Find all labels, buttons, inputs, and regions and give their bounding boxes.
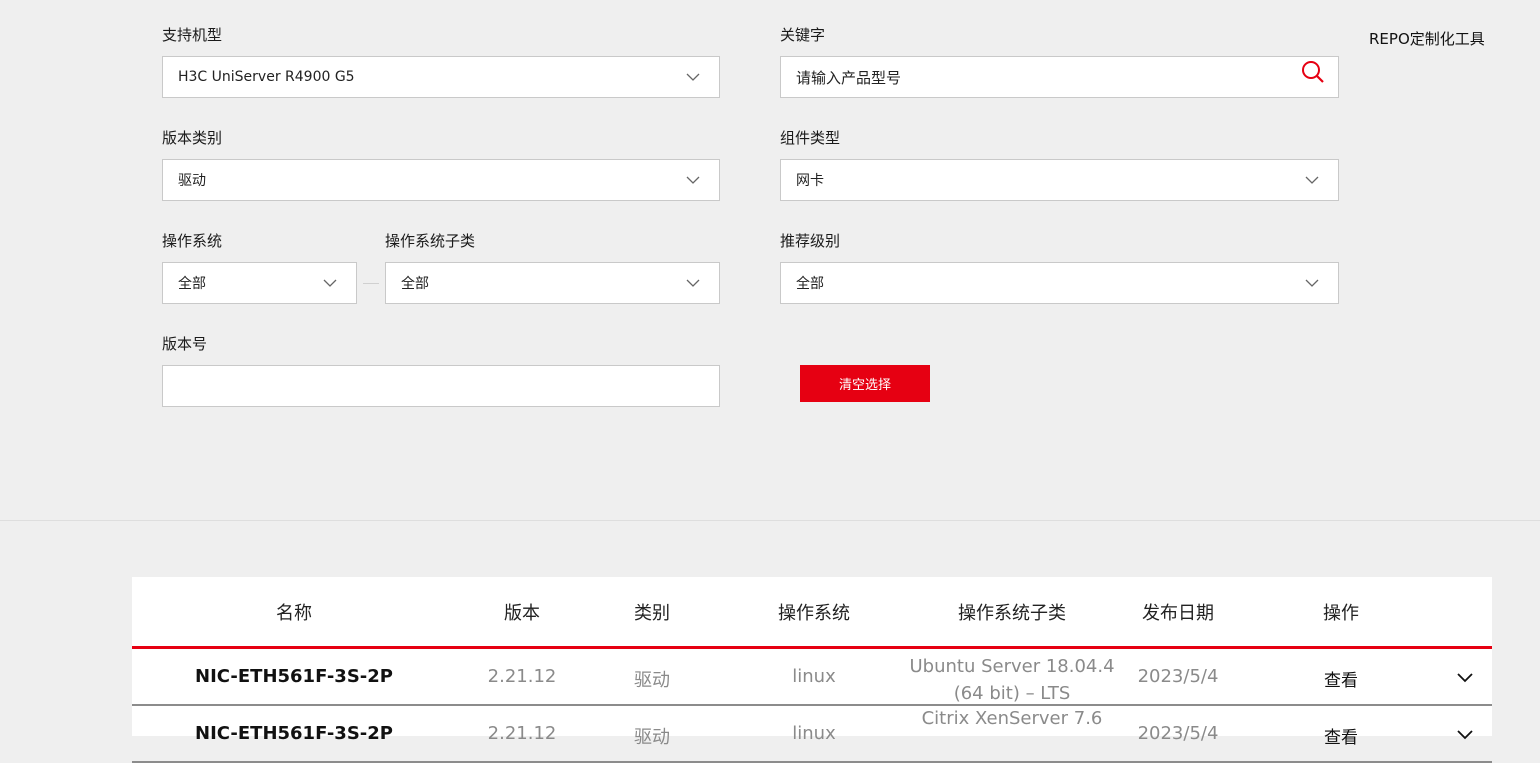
keyword-search-input[interactable]: 请输入产品型号 xyxy=(780,56,1339,98)
col-header-category: 类别 xyxy=(634,603,670,624)
os-select[interactable]: 全部 xyxy=(162,262,357,304)
keyword-label: 关键字 xyxy=(780,26,826,44)
os-sub-select[interactable]: 全部 xyxy=(385,262,720,304)
col-header-action: 操作 xyxy=(1323,603,1359,624)
row-name: NIC-ETH561F-3S-2P xyxy=(195,666,393,687)
chevron-down-icon xyxy=(1304,172,1320,188)
row-os-sub-line1: Ubuntu Server 18.04.4 xyxy=(909,656,1115,677)
keyword-placeholder: 请输入产品型号 xyxy=(796,68,902,87)
version-type-label: 版本类别 xyxy=(162,129,223,147)
os-sub-value: 全部 xyxy=(401,276,429,292)
component-type-label: 组件类型 xyxy=(780,129,841,147)
level-value: 全部 xyxy=(796,276,824,292)
row-os: linux xyxy=(792,723,836,744)
row-name: NIC-ETH561F-3S-2P xyxy=(195,723,393,744)
section-divider xyxy=(0,520,1540,521)
row-date: 2023/5/4 xyxy=(1137,723,1219,744)
chevron-down-icon xyxy=(1304,275,1320,291)
model-select-value: H3C UniServer R4900 G5 xyxy=(178,69,355,85)
model-select[interactable]: H3C UniServer R4900 G5 xyxy=(162,56,720,98)
chevron-down-icon xyxy=(685,275,701,291)
row-version: 2.21.12 xyxy=(487,666,557,687)
row-os-sub-line2: (64 bit) – LTS xyxy=(953,683,1071,704)
chevron-down-icon xyxy=(322,275,338,291)
chevron-down-icon xyxy=(685,69,701,85)
row-os: linux xyxy=(792,666,836,687)
row-category: 驱动 xyxy=(634,670,670,691)
model-label: 支持机型 xyxy=(162,26,223,44)
version-no-label: 版本号 xyxy=(162,335,208,353)
row-os-sub-line1: Citrix XenServer 7.6 xyxy=(921,708,1103,729)
row-version: 2.21.12 xyxy=(487,723,557,744)
col-header-os-sub: 操作系统子类 xyxy=(958,603,1066,624)
col-header-version: 版本 xyxy=(504,603,540,624)
version-type-value: 驱动 xyxy=(178,173,206,189)
col-header-name: 名称 xyxy=(276,603,312,624)
row-os-sub: Ubuntu Server 18.04.4 (64 bit) – LTS xyxy=(909,653,1114,707)
repo-custom-tool-link[interactable]: REPO定制化工具 xyxy=(1369,28,1485,49)
chevron-down-icon xyxy=(685,172,701,188)
clear-selection-button[interactable]: 清空选择 xyxy=(800,365,930,402)
version-type-select[interactable]: 驱动 xyxy=(162,159,720,201)
range-separator xyxy=(363,283,379,284)
search-icon[interactable] xyxy=(1300,59,1326,89)
view-link[interactable]: 查看 xyxy=(1324,666,1358,691)
results-table: 名称 版本 类别 操作系统 操作系统子类 发布日期 操作 NIC-ETH561F… xyxy=(132,577,1492,763)
col-header-date: 发布日期 xyxy=(1142,603,1214,624)
table-row[interactable]: NIC-ETH561F-3S-2P 2.21.12 驱动 linux Citri… xyxy=(132,706,1492,763)
row-os-sub: Citrix XenServer 7.6 xyxy=(922,705,1103,732)
row-category: 驱动 xyxy=(634,727,670,748)
component-type-select[interactable]: 网卡 xyxy=(780,159,1339,201)
os-sub-label: 操作系统子类 xyxy=(385,232,476,250)
os-value: 全部 xyxy=(178,276,206,292)
row-date: 2023/5/4 xyxy=(1137,666,1219,687)
chevron-down-icon[interactable] xyxy=(1456,670,1474,689)
table-header: 名称 版本 类别 操作系统 操作系统子类 发布日期 操作 xyxy=(132,577,1492,649)
component-type-value: 网卡 xyxy=(796,173,824,189)
level-select[interactable]: 全部 xyxy=(780,262,1339,304)
col-header-os: 操作系统 xyxy=(778,603,850,624)
level-label: 推荐级别 xyxy=(780,232,841,250)
table-row[interactable]: NIC-ETH561F-3S-2P 2.21.12 驱动 linux Ubunt… xyxy=(132,649,1492,706)
os-label: 操作系统 xyxy=(162,232,223,250)
chevron-down-icon[interactable] xyxy=(1456,727,1474,746)
version-no-input[interactable] xyxy=(162,365,720,407)
